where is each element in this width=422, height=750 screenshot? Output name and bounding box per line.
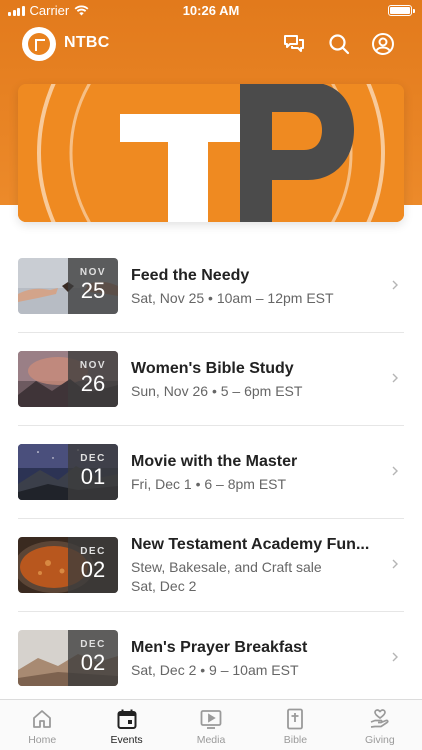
event-datetime: Sat, Nov 25 • 10am – 12pm EST <box>131 290 334 306</box>
event-datetime: Fri, Dec 1 • 6 – 8pm EST <box>131 476 287 492</box>
calendar-icon <box>117 709 137 729</box>
hero-banner[interactable] <box>18 84 404 222</box>
chevron-right-icon <box>392 652 398 662</box>
event-item[interactable]: NOV 25 Feed the Needy Sat, Nov 25 • 10am… <box>18 240 404 333</box>
event-item[interactable]: DEC 02 New Testament Academy Fun... Stew… <box>18 519 404 612</box>
home-icon <box>33 710 52 728</box>
bible-icon <box>287 708 304 730</box>
event-thumbnail: NOV 25 <box>18 258 118 314</box>
tab-label: Giving <box>364 734 395 746</box>
bottom-tab-bar: Home Events Media Bible Giving <box>0 699 422 750</box>
tab-label: Events <box>110 734 143 746</box>
chevron-right-icon <box>392 466 398 476</box>
tab-label: Home <box>28 734 57 746</box>
event-thumbnail: DEC 02 <box>18 537 118 593</box>
event-title: Feed the Needy <box>131 267 250 284</box>
tab-events[interactable]: Events <box>84 700 168 750</box>
tab-label: Media <box>196 734 226 746</box>
event-item[interactable]: NOV 26 Women's Bible Study Sun, Nov 26 •… <box>18 333 404 426</box>
battery-icon <box>388 5 415 16</box>
event-item[interactable]: DEC 01 Movie with the Master Fri, Dec 1 … <box>18 426 404 519</box>
status-bar: Carrier 10:26 AM <box>0 0 422 22</box>
date-badge: DEC 01 <box>68 444 118 500</box>
event-datetime: Sun, Nov 26 • 5 – 6pm EST <box>131 383 303 399</box>
event-title: New Testament Academy Fun... <box>131 536 370 553</box>
brand-name: NTBC <box>64 34 110 51</box>
date-badge: NOV 26 <box>68 351 118 407</box>
church-logo[interactable] <box>22 27 56 61</box>
event-thumbnail: NOV 26 <box>18 351 118 407</box>
event-title: Women's Bible Study <box>131 360 294 377</box>
chevron-right-icon <box>392 373 398 383</box>
app-header: NTBC <box>0 22 422 66</box>
tab-giving[interactable]: Giving <box>338 700 422 750</box>
status-time: 10:26 AM <box>182 3 240 18</box>
tab-media[interactable]: Media <box>169 700 253 750</box>
event-item[interactable]: DEC 02 Men's Prayer Breakfast Sat, Dec 2… <box>18 612 404 705</box>
tab-bible[interactable]: Bible <box>253 700 337 750</box>
event-description: Stew, Bakesale, and Craft sale <box>131 559 322 575</box>
event-list: NOV 25 Feed the Needy Sat, Nov 25 • 10am… <box>18 240 404 705</box>
tab-label: Bible <box>283 734 308 746</box>
chevron-right-icon <box>392 280 398 290</box>
chevron-right-icon <box>392 559 398 569</box>
event-thumbnail: DEC 02 <box>18 630 118 686</box>
date-badge: DEC 02 <box>68 630 118 686</box>
event-thumbnail: DEC 01 <box>18 444 118 500</box>
event-datetime: Sat, Dec 2 <box>131 578 197 594</box>
tab-home[interactable]: Home <box>0 700 84 750</box>
giving-hand-icon <box>370 709 389 728</box>
play-screen-icon <box>200 710 222 729</box>
event-title: Men's Prayer Breakfast <box>131 639 308 656</box>
profile-icon[interactable] <box>371 32 395 56</box>
event-title: Movie with the Master <box>131 453 298 470</box>
chat-icon[interactable] <box>282 32 306 56</box>
date-badge: NOV 25 <box>68 258 118 314</box>
event-datetime: Sat, Dec 2 • 9 – 10am EST <box>131 662 299 678</box>
date-badge: DEC 02 <box>68 537 118 593</box>
search-icon[interactable] <box>327 32 351 56</box>
